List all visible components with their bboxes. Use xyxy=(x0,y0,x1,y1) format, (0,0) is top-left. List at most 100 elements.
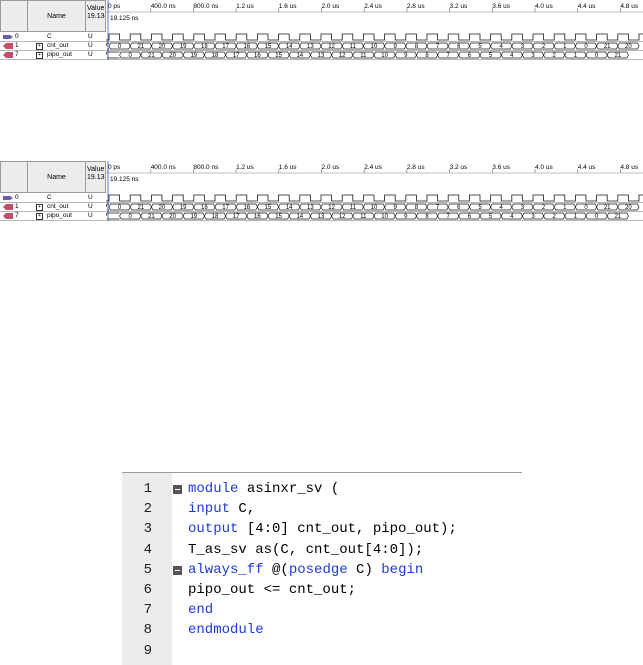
collapse-block-icon[interactable] xyxy=(173,565,182,575)
code-line[interactable]: 7 end xyxy=(122,600,522,620)
name-column-header[interactable]: Name xyxy=(28,0,86,32)
time-tick-label: 4.4 us xyxy=(578,3,596,10)
time-tick-label: 1.2 us xyxy=(236,164,254,171)
code-text: module asinxr_sv ( xyxy=(188,479,339,499)
name-column-header[interactable]: Name xyxy=(28,161,86,193)
output-pin-icon xyxy=(3,52,13,58)
code-line[interactable]: 4 T_as_sv as(C, cnt_out[4:0]); xyxy=(122,540,522,560)
time-tick-label: 4.8 us xyxy=(620,3,638,10)
value-header-label: Value xyxy=(87,166,105,173)
bus-value-label: 20 xyxy=(169,53,176,59)
bus-value-label: 12 xyxy=(328,205,335,211)
bus-value-label: 18 xyxy=(201,44,208,50)
value-column-header[interactable]: Value 19.13 xyxy=(86,0,106,32)
bus-value-label: 15 xyxy=(275,214,282,220)
code-editor[interactable]: 1 module asinxr_sv ( 2 input C, 3 output [4:0… xyxy=(122,472,522,665)
bus-value-label: 13 xyxy=(307,205,314,211)
code-token: C) xyxy=(347,561,382,578)
bus-value-label: 10 xyxy=(381,53,388,59)
bus-value-label: 13 xyxy=(318,214,325,220)
bus-value-label: 20 xyxy=(625,205,632,211)
signal-row-cnt-out[interactable]: 1 + cnt_out U xyxy=(0,203,106,211)
expand-icon[interactable]: + xyxy=(36,52,43,59)
bus-value-label: 13 xyxy=(307,44,314,50)
waveform-panel-1: Name Value 19.13 0 C U 1 + cnt_out U 7 +… xyxy=(0,0,643,80)
keyword-token: endmodule xyxy=(188,622,264,639)
waveform-panel-2: Name Value 19.13 0 C U 1 + cnt_out U 7 +… xyxy=(0,161,643,241)
signal-row-clock[interactable]: 0 C U xyxy=(0,194,106,202)
code-text: input C, xyxy=(188,499,255,519)
time-tick-label: 0 ps xyxy=(108,3,121,10)
code-line[interactable]: 2 input C, xyxy=(122,499,522,519)
signal-row-clock[interactable]: 0 C U xyxy=(0,33,106,41)
signal-index: 0 xyxy=(15,194,19,201)
line-number: 6 xyxy=(143,582,152,598)
bus-value-label: 15 xyxy=(275,53,282,59)
code-text: output [4:0] cnt_out, pipo_out); xyxy=(188,519,457,539)
signal-row-pipo-out[interactable]: 7 + pipo_out U xyxy=(0,212,106,220)
bus-value-label: 14 xyxy=(286,44,293,50)
name-header-label: Name xyxy=(47,12,66,20)
line-number: 3 xyxy=(143,521,152,538)
bus-value-label: 12 xyxy=(328,44,335,50)
waveform-canvas[interactable]: 0 ps 400.0 ns 800.0 ns 1.2 us 1.6 us 2.0 us 2.… xyxy=(106,161,643,241)
value-header-sub: 19.13 xyxy=(87,174,105,181)
time-tick-label: 1.2 us xyxy=(236,3,254,10)
line-number: 7 xyxy=(143,602,152,619)
value-column-header[interactable]: Value 19.13 xyxy=(86,161,106,193)
bus-value-label: 16 xyxy=(254,53,261,59)
time-tick-label: 2.8 us xyxy=(407,3,425,10)
bus-value-label: 10 xyxy=(371,205,378,211)
line-number: 4 xyxy=(143,541,152,558)
time-tick-label: 400.0 ns xyxy=(151,3,177,10)
signal-name: pipo_out xyxy=(47,51,72,58)
bus-value-label: 11 xyxy=(350,205,357,211)
signal-row-cnt-out[interactable]: 1 + cnt_out U xyxy=(0,42,106,50)
keyword-token: always_ff xyxy=(188,561,264,578)
line-number: 2 xyxy=(143,501,152,518)
code-line[interactable]: 5 always_ff @(posedge C) begin xyxy=(122,560,522,580)
code-token: pipo_out <= cnt_out; xyxy=(188,582,357,598)
time-tick-label: 2.8 us xyxy=(407,164,425,171)
signal-value: U xyxy=(88,212,93,219)
expand-icon[interactable]: + xyxy=(36,204,43,211)
output-pin-icon xyxy=(3,213,13,219)
code-token: [4:0] cnt_out, pipo_out); xyxy=(238,521,457,538)
code-line[interactable]: 1 module asinxr_sv ( xyxy=(122,479,522,499)
input-pin-icon xyxy=(3,35,13,39)
collapse-block-icon[interactable] xyxy=(173,485,182,494)
value-header-label: Value xyxy=(87,5,105,12)
expand-icon[interactable]: + xyxy=(36,43,43,50)
code-line[interactable]: 8 endmodule xyxy=(122,620,522,640)
cursor-time-label: 19.125 ns xyxy=(110,15,139,22)
line-number: 1 xyxy=(143,481,152,497)
bus-value-label: 19 xyxy=(180,205,187,211)
keyword-token: end xyxy=(188,602,214,619)
expand-icon[interactable]: + xyxy=(36,213,43,220)
code-line[interactable]: 9 xyxy=(122,641,522,661)
bus-value-label: 11 xyxy=(360,53,367,59)
bus-value-label: 21 xyxy=(604,44,611,50)
bus-value-label: 10 xyxy=(371,44,378,50)
signal-value: U xyxy=(88,42,93,49)
code-line[interactable]: 6 pipo_out <= cnt_out; xyxy=(122,580,522,600)
bus-value-label: 17 xyxy=(222,44,229,50)
name-header-label: Name xyxy=(47,173,66,181)
bus-value-label: 20 xyxy=(159,205,166,211)
signal-row-pipo-out[interactable]: 7 + pipo_out U xyxy=(0,51,106,59)
bus-value-label: 16 xyxy=(243,205,250,211)
bus-value-label: 14 xyxy=(296,53,303,59)
code-line[interactable]: 3 output [4:0] cnt_out, pipo_out); xyxy=(122,519,522,539)
bus-value-label: 11 xyxy=(350,44,357,50)
bus-value-label: 15 xyxy=(265,205,272,211)
time-tick-label: 2.4 us xyxy=(364,3,382,10)
time-tick-label: 3.6 us xyxy=(492,3,510,10)
waveform-canvas[interactable]: 0 ps 400.0 ns 800.0 ns 1.2 us 1.6 us 2.0 us 2.… xyxy=(106,0,643,80)
code-text: T_as_sv as(C, cnt_out[4:0]); xyxy=(188,540,423,560)
code-text: pipo_out <= cnt_out; xyxy=(188,580,356,600)
signal-name: C xyxy=(47,194,52,201)
bus-value-label: 21 xyxy=(604,205,611,211)
output-pin-icon xyxy=(3,204,13,210)
cnt-out-start xyxy=(106,203,109,211)
code-text: always_ff @(posedge C) begin xyxy=(188,560,423,580)
